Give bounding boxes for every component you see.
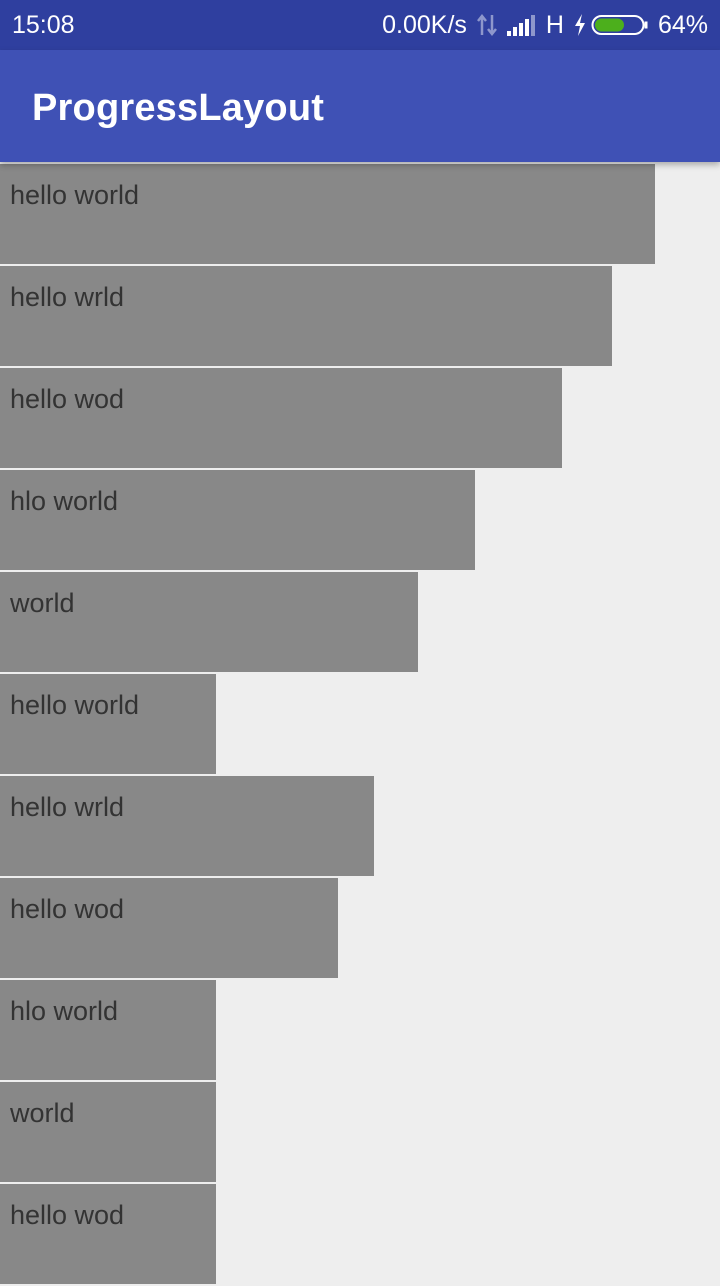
progress-row[interactable]: hello wrld	[0, 776, 720, 876]
battery-icon	[591, 15, 648, 35]
progress-fill	[0, 1184, 216, 1284]
progress-row[interactable]: hello wod	[0, 368, 720, 468]
progress-fill	[0, 980, 216, 1080]
progress-row[interactable]: hello world	[0, 674, 720, 774]
progress-fill	[0, 776, 374, 876]
progress-label: hello wod	[10, 1200, 125, 1230]
progress-label: hello wod	[10, 384, 125, 414]
progress-row[interactable]: hello world	[0, 164, 720, 264]
progress-row[interactable]: hlo world	[0, 470, 720, 570]
app-title: ProgressLayout	[32, 87, 325, 129]
app-bar: ProgressLayout	[0, 50, 720, 162]
progress-list[interactable]: hello world hello wrld hello wod hlo world w…	[0, 164, 720, 1286]
progress-label: hello world	[10, 180, 140, 210]
network-speed: 0.00K/s	[382, 10, 467, 39]
progress-label: world	[10, 1098, 75, 1128]
status-icons: 0.00K/s H 64%	[382, 11, 708, 40]
progress-row[interactable]: hello wod	[0, 878, 720, 978]
charging-icon	[574, 14, 585, 36]
progress-fill	[0, 674, 216, 774]
network-type: H	[545, 10, 564, 39]
progress-label: world	[10, 588, 75, 618]
status-time: 15:08	[12, 10, 75, 39]
progress-row[interactable]: world	[0, 1082, 720, 1182]
progress-fill	[0, 1082, 216, 1182]
progress-fill	[0, 266, 612, 366]
progress-label: hlo world	[10, 486, 119, 516]
progress-fill	[0, 878, 338, 978]
progress-label: hello wrld	[10, 792, 125, 822]
progress-fill	[0, 164, 655, 264]
progress-fill	[0, 572, 418, 672]
progress-row[interactable]: hello wrld	[0, 266, 720, 366]
status-bar: 15:08 0.00K/s H 64%	[0, 0, 720, 50]
progress-label: hello wrld	[10, 282, 125, 312]
signal-icon	[506, 14, 537, 36]
progress-fill	[0, 368, 562, 468]
battery-percent: 64%	[657, 10, 708, 39]
progress-fill	[0, 470, 475, 570]
battery-indicator	[573, 13, 649, 37]
progress-row[interactable]: hello wod	[0, 1184, 720, 1284]
progress-label: hello world	[10, 690, 140, 720]
progress-label: hello wod	[10, 894, 125, 924]
progress-label: hlo world	[10, 996, 119, 1026]
progress-row[interactable]: world	[0, 572, 720, 672]
data-transfer-icon	[476, 13, 498, 37]
progress-row[interactable]: hlo world	[0, 980, 720, 1080]
